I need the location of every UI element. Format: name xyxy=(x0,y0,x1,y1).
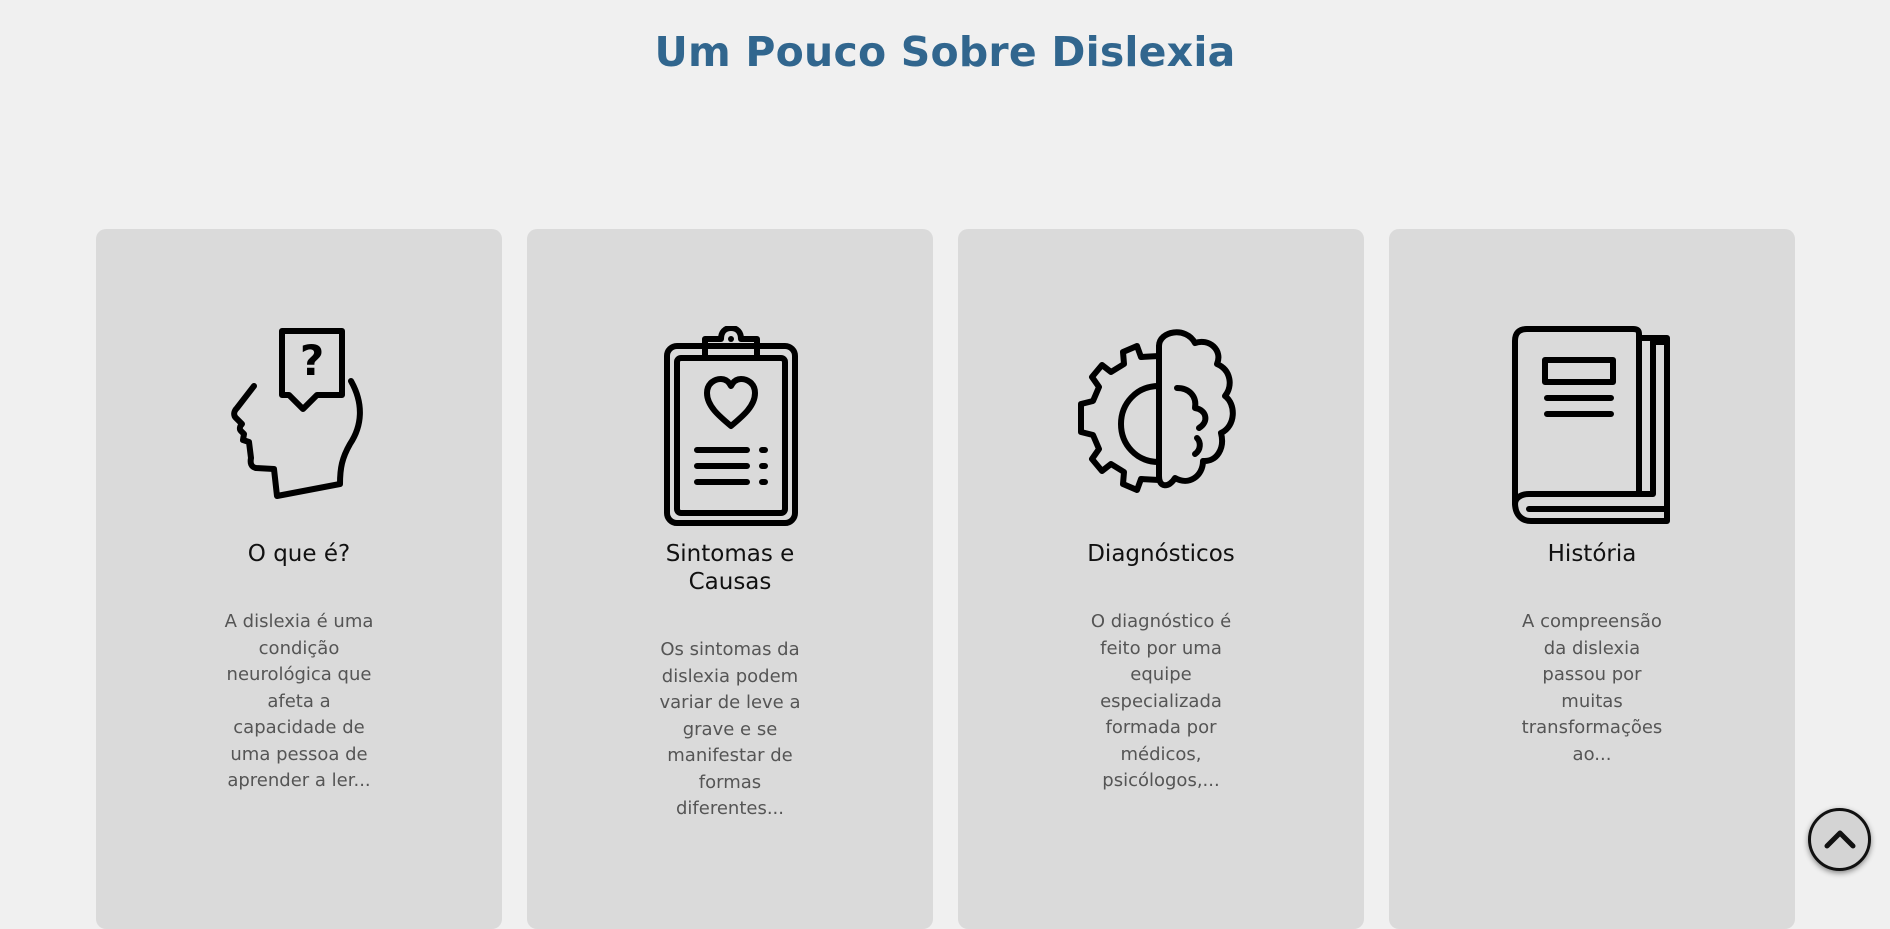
chevron-up-icon xyxy=(1824,830,1855,848)
brain-gear-icon xyxy=(958,326,1364,526)
card-title: Diagnósticos xyxy=(1087,541,1235,567)
card-title: História xyxy=(1547,541,1637,567)
book-icon xyxy=(1389,326,1795,526)
card-title: O que é? xyxy=(247,541,351,567)
head-question-icon: ? xyxy=(96,326,502,526)
card-description: O diagnóstico é feito por uma equipe esp… xyxy=(1090,611,1232,791)
card-title: Sintomas e Causas xyxy=(665,541,795,595)
card-description: A dislexia é uma condição neurológica qu… xyxy=(224,611,374,791)
card-historia[interactable]: História A compreensão da dislexia passo… xyxy=(1389,229,1795,929)
card-description: A compreensão da dislexia passou por mui… xyxy=(1521,611,1663,765)
page-title: Um Pouco Sobre Dislexia xyxy=(654,28,1236,76)
scroll-to-top-button[interactable] xyxy=(1808,808,1871,871)
card-o-que-e[interactable]: ? O que é? A dislexia é uma condição neu… xyxy=(96,229,502,929)
card-sintomas-causas[interactable]: Sintomas e Causas Os sintomas da dislexi… xyxy=(527,229,933,929)
svg-text:?: ? xyxy=(300,336,324,385)
card-description: Os sintomas da dislexia podem variar de … xyxy=(659,639,801,819)
card-diagnosticos[interactable]: Diagnósticos O diagnóstico é feito por u… xyxy=(958,229,1364,929)
clipboard-heart-icon xyxy=(527,326,933,526)
